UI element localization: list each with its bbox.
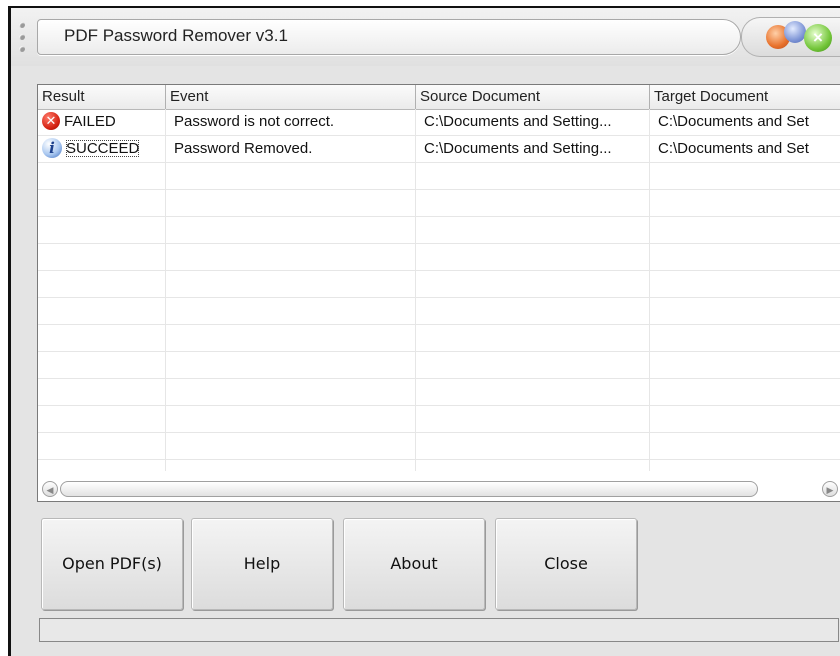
status-bar: [39, 618, 839, 642]
close-button[interactable]: Close: [495, 518, 637, 610]
window-grip-icon[interactable]: [17, 22, 27, 52]
help-button[interactable]: Help: [191, 518, 333, 610]
title-pill: PDF Password Remover v3.1: [37, 19, 741, 55]
target-cell: C:\Documents and Set: [658, 140, 809, 157]
column-divider: [165, 109, 166, 471]
window-title: PDF Password Remover v3.1: [64, 26, 288, 45]
table-row[interactable]: ✕ FAILED Password is not correct. C:\Docu…: [38, 109, 840, 135]
column-header-source-document[interactable]: Source Document: [416, 85, 650, 109]
info-icon: i: [42, 138, 62, 159]
column-header-target-document[interactable]: Target Document: [650, 85, 840, 109]
column-header-result[interactable]: Result: [38, 85, 166, 109]
column-header-event[interactable]: Event: [166, 85, 416, 109]
event-cell: Password Removed.: [174, 140, 313, 157]
column-header: Result Event Source Document Target Docu…: [38, 85, 840, 110]
scroll-right-icon[interactable]: ▶: [822, 481, 838, 497]
error-icon: ✕: [42, 112, 60, 131]
about-button[interactable]: About: [343, 518, 485, 610]
title-bar[interactable]: PDF Password Remover v3.1 ×: [11, 8, 840, 66]
source-cell: C:\Documents and Setting...: [424, 140, 612, 157]
scrollbar-thumb[interactable]: [60, 481, 758, 497]
result-cell: FAILED: [64, 113, 116, 130]
results-list[interactable]: Result Event Source Document Target Docu…: [37, 84, 840, 502]
column-divider: [415, 109, 416, 471]
result-cell: SUCCEED: [66, 140, 140, 157]
window-controls: ×: [741, 17, 840, 57]
close-icon: ×: [813, 28, 823, 47]
horizontal-scrollbar[interactable]: ◀ ▶: [40, 479, 840, 499]
scroll-left-icon[interactable]: ◀: [42, 481, 58, 497]
column-divider: [649, 109, 650, 471]
row-gridlines: [38, 109, 840, 471]
app-window: PDF Password Remover v3.1 × Result Event…: [8, 6, 840, 656]
source-cell: C:\Documents and Setting...: [424, 113, 612, 130]
target-cell: C:\Documents and Set: [658, 113, 809, 130]
table-row[interactable]: i SUCCEED Password Removed. C:\Documents …: [38, 136, 840, 162]
event-cell: Password is not correct.: [174, 113, 335, 130]
open-pdfs-button[interactable]: Open PDF(s): [41, 518, 183, 610]
close-window-button[interactable]: ×: [804, 24, 832, 52]
maximize-button[interactable]: [784, 21, 806, 43]
